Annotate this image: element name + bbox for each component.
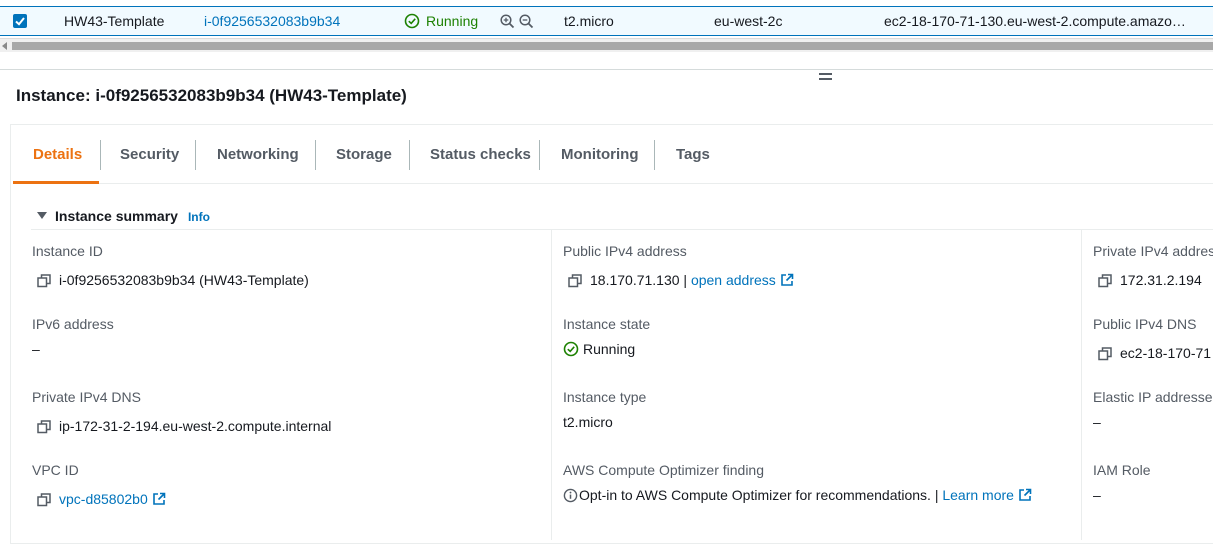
caret-down-icon bbox=[37, 212, 47, 219]
ipv6-value: – bbox=[32, 341, 40, 357]
instance-type-label: Instance type bbox=[563, 389, 647, 405]
tab-security[interactable]: Security bbox=[120, 125, 179, 184]
scroll-left-icon[interactable] bbox=[2, 42, 7, 50]
copy-icon[interactable] bbox=[37, 274, 51, 288]
tab-separator bbox=[539, 140, 540, 170]
instance-type-value: t2.micro bbox=[563, 414, 613, 430]
open-address-link[interactable]: open address bbox=[691, 272, 776, 288]
summary-divider bbox=[31, 229, 1213, 230]
iam-role-label: IAM Role bbox=[1093, 462, 1151, 478]
tab-tags[interactable]: Tags bbox=[676, 125, 710, 184]
row-name: HW43-Template bbox=[64, 13, 165, 29]
checkmark-icon bbox=[15, 17, 25, 26]
zoom-in-icon[interactable] bbox=[500, 14, 515, 29]
instance-title: Instance: i-0f9256532083b9b34 (HW43-Temp… bbox=[16, 86, 407, 105]
private-ipv4-label: Private IPv4 addres bbox=[1093, 243, 1213, 259]
instance-state-value: Running bbox=[563, 341, 635, 357]
active-tab-indicator bbox=[13, 181, 99, 184]
tab-separator bbox=[315, 140, 316, 170]
ipv6-label: IPv6 address bbox=[32, 316, 114, 332]
optimizer-label: AWS Compute Optimizer finding bbox=[563, 462, 764, 478]
tab-separator bbox=[409, 140, 410, 170]
learn-more-link[interactable]: Learn more bbox=[942, 487, 1014, 503]
public-ipv4-label: Public IPv4 address bbox=[563, 243, 687, 259]
row-availability-zone: eu-west-2c bbox=[714, 13, 783, 29]
tab-status-checks[interactable]: Status checks bbox=[430, 125, 531, 184]
instance-id-value: i-0f9256532083b9b34 (HW43-Template) bbox=[37, 272, 309, 288]
zoom-out-icon[interactable] bbox=[519, 14, 534, 29]
vpc-id-value: vpc-d85802b0 bbox=[37, 491, 166, 507]
tab-networking[interactable]: Networking bbox=[217, 125, 299, 184]
external-link-icon[interactable] bbox=[152, 492, 166, 506]
copy-icon[interactable] bbox=[37, 493, 51, 507]
optimizer-text: Opt-in to AWS Compute Optimizer for reco… bbox=[579, 487, 939, 503]
row-instance-id-link[interactable]: i-0f9256532083b9b34 bbox=[204, 7, 340, 35]
copy-icon[interactable] bbox=[1098, 347, 1112, 361]
public-dns-value: ec2-18-170-71 bbox=[1098, 345, 1211, 361]
instance-summary-header[interactable]: Instance summary Info bbox=[37, 208, 210, 224]
row-state: Running bbox=[404, 7, 478, 35]
check-circle-icon bbox=[563, 341, 579, 357]
public-dns-text: ec2-18-170-71 bbox=[1120, 345, 1212, 361]
instance-summary-title: Instance summary bbox=[55, 208, 178, 224]
private-dns-label: Private IPv4 DNS bbox=[32, 389, 141, 405]
private-ipv4-text: 172.31.2.194 bbox=[1120, 272, 1202, 288]
copy-icon[interactable] bbox=[37, 420, 51, 434]
row-instance-type: t2.micro bbox=[564, 13, 614, 29]
elastic-ip-label: Elastic IP addresses bbox=[1093, 389, 1213, 405]
check-circle-icon bbox=[404, 13, 420, 29]
instance-state-label: Instance state bbox=[563, 316, 651, 332]
optimizer-value: Opt-in to AWS Compute Optimizer for reco… bbox=[563, 487, 1032, 503]
row-state-label: Running bbox=[426, 13, 479, 29]
private-dns-value: ip-172-31-2-194.eu-west-2.compute.intern… bbox=[37, 418, 331, 434]
private-dns-text: ip-172-31-2-194.eu-west-2.compute.intern… bbox=[59, 418, 332, 434]
vpc-id-link[interactable]: vpc-d85802b0 bbox=[59, 491, 148, 507]
tab-separator bbox=[654, 140, 655, 170]
row-public-dns: ec2-18-170-71-130.eu-west-2.compute.amaz… bbox=[884, 13, 1186, 29]
tab-separator bbox=[195, 140, 196, 170]
copy-icon[interactable] bbox=[568, 274, 582, 288]
external-link-icon[interactable] bbox=[1018, 488, 1032, 502]
scrollbar-thumb[interactable] bbox=[12, 42, 1213, 50]
info-link[interactable]: Info bbox=[188, 210, 210, 224]
instance-state-text: Running bbox=[583, 341, 636, 357]
iam-role-value: – bbox=[1093, 487, 1101, 503]
public-dns-label: Public IPv4 DNS bbox=[1093, 316, 1197, 332]
info-icon bbox=[563, 488, 578, 503]
row-checkbox[interactable] bbox=[13, 14, 27, 28]
tab-bar: Details Security Networking Storage Stat… bbox=[13, 125, 1213, 184]
instance-table-row[interactable]: HW43-Template i-0f9256532083b9b34 Runnin… bbox=[0, 6, 1213, 36]
instance-id-text: i-0f9256532083b9b34 (HW43-Template) bbox=[59, 272, 309, 288]
elastic-ip-value: – bbox=[1093, 414, 1101, 430]
column-divider bbox=[1081, 230, 1082, 540]
resize-handle-icon[interactable] bbox=[819, 73, 832, 82]
tab-storage[interactable]: Storage bbox=[336, 125, 392, 184]
row-zoom-controls bbox=[500, 7, 534, 35]
instance-details-panel: Details Security Networking Storage Stat… bbox=[10, 124, 1213, 544]
vpc-id-label: VPC ID bbox=[32, 462, 79, 478]
external-link-icon[interactable] bbox=[780, 273, 794, 287]
split-divider bbox=[0, 69, 1213, 70]
instance-id-label: Instance ID bbox=[32, 243, 103, 259]
tab-details[interactable]: Details bbox=[33, 125, 82, 184]
column-divider bbox=[551, 230, 552, 540]
horizontal-scrollbar[interactable] bbox=[0, 38, 1213, 52]
tab-monitoring[interactable]: Monitoring bbox=[561, 125, 638, 184]
copy-icon[interactable] bbox=[1098, 274, 1112, 288]
public-ipv4-text: 18.170.71.130 | bbox=[590, 272, 688, 288]
tab-separator bbox=[100, 140, 101, 170]
private-ipv4-value: 172.31.2.194 bbox=[1098, 272, 1202, 288]
public-ipv4-value: 18.170.71.130 | open address bbox=[568, 272, 794, 288]
